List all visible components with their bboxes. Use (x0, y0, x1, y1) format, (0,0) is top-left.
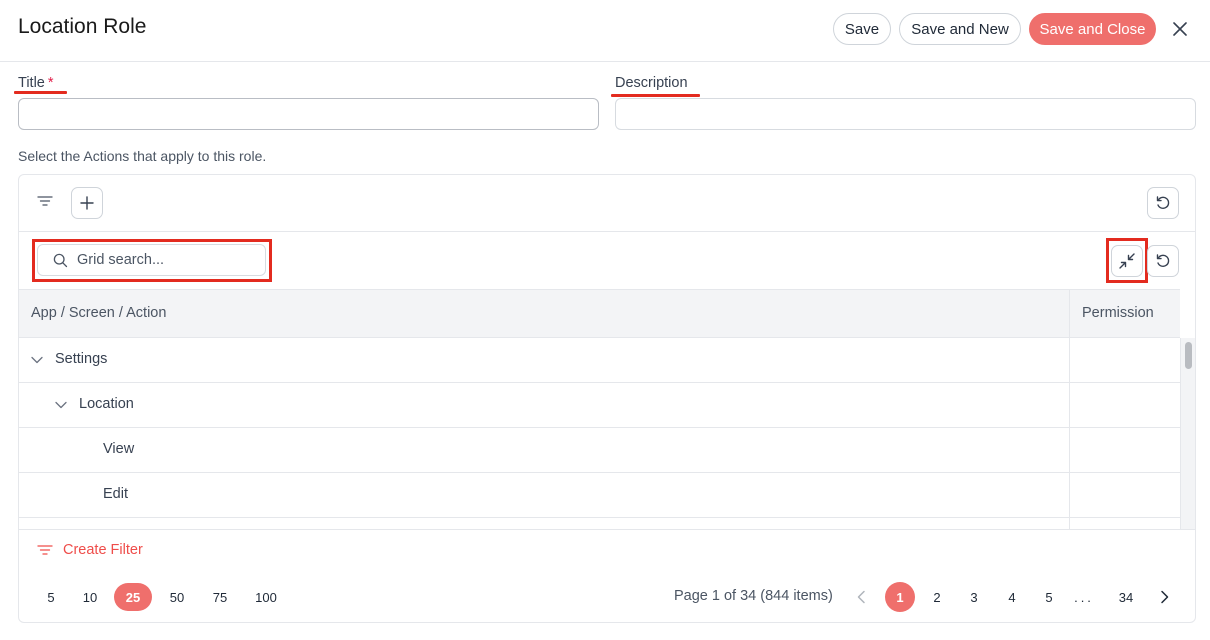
table-body: Settings Location View Edit (19, 338, 1180, 529)
table-row[interactable] (19, 518, 1180, 529)
create-filter-button[interactable]: Create Filter (37, 542, 143, 558)
save-button[interactable]: Save (833, 13, 891, 45)
page-5[interactable]: 5 (1034, 582, 1064, 612)
save-and-new-button[interactable]: Save and New (899, 13, 1021, 45)
reset-icon (1156, 196, 1170, 209)
column-divider (1069, 428, 1070, 472)
save-and-close-button[interactable]: Save and Close (1029, 13, 1156, 45)
page-size-50[interactable]: 50 (158, 583, 196, 611)
table-header: App / Screen / Action Permission (19, 289, 1180, 338)
page-3[interactable]: 3 (959, 582, 989, 612)
page-34[interactable]: 34 (1111, 582, 1141, 612)
title-label-highlight (14, 91, 67, 94)
page-size-10[interactable]: 10 (71, 583, 109, 611)
page-size-5[interactable]: 5 (32, 583, 70, 611)
page-info: Page 1 of 34 (844 items) (674, 588, 833, 604)
title-label: Title * (18, 75, 54, 91)
scrollbar-thumb[interactable] (1185, 342, 1192, 369)
add-button[interactable] (71, 187, 103, 219)
column-header-action[interactable]: App / Screen / Action (31, 305, 166, 321)
chevron-down-icon[interactable] (29, 352, 45, 368)
description-input[interactable] (615, 98, 1196, 130)
grid-search-bar (19, 232, 1195, 289)
vertical-scrollbar[interactable] (1180, 338, 1195, 529)
actions-hint: Select the Actions that apply to this ro… (18, 148, 267, 164)
page-title: Location Role (18, 15, 147, 38)
table-row[interactable]: Settings (19, 338, 1180, 383)
reset-layout-button[interactable] (1147, 187, 1179, 219)
collapse-highlight-box (1106, 238, 1148, 283)
table-row[interactable]: View (19, 428, 1180, 473)
table-row[interactable]: Edit (19, 473, 1180, 518)
title-label-text: Title (18, 75, 45, 91)
page-size-75[interactable]: 75 (201, 583, 239, 611)
reset-icon (1156, 254, 1170, 267)
page-size-100[interactable]: 100 (247, 583, 285, 611)
grid-footer-divider (19, 529, 1195, 530)
required-mark: * (47, 75, 54, 91)
table-row[interactable]: Location (19, 383, 1180, 428)
chevron-right-icon[interactable] (1152, 585, 1176, 609)
row-label: Edit (103, 486, 128, 502)
page-size-25[interactable]: 25 (114, 583, 152, 611)
row-label: Location (79, 396, 134, 412)
filter-lines-icon[interactable] (37, 193, 53, 209)
actions-grid: App / Screen / Action Permission Setting… (18, 174, 1196, 623)
column-divider (1069, 290, 1070, 337)
column-divider (1069, 473, 1070, 517)
plus-icon (80, 196, 94, 210)
row-label: Settings (55, 351, 108, 367)
grid-toolbar (19, 175, 1195, 232)
chevron-down-icon[interactable] (53, 397, 69, 413)
page-1[interactable]: 1 (885, 582, 915, 612)
row-label: View (103, 441, 135, 457)
column-divider (1069, 338, 1070, 382)
description-label-highlight (611, 94, 700, 97)
create-filter-label: Create Filter (63, 542, 143, 558)
close-icon[interactable] (1169, 18, 1191, 40)
column-divider (1069, 518, 1070, 529)
search-highlight-box (32, 239, 272, 282)
title-input[interactable] (18, 98, 599, 130)
dialog-header: Location Role Save Save and New Save and… (0, 0, 1210, 62)
reset-button[interactable] (1147, 245, 1179, 277)
description-label: Description (615, 75, 688, 91)
column-header-permission[interactable]: Permission (1082, 305, 1154, 321)
page-4[interactable]: 4 (997, 582, 1027, 612)
page-ellipsis: ... (1074, 589, 1094, 605)
filter-lines-icon (37, 545, 53, 555)
column-divider (1069, 383, 1070, 427)
page-2[interactable]: 2 (922, 582, 952, 612)
chevron-left-icon[interactable] (850, 585, 874, 609)
